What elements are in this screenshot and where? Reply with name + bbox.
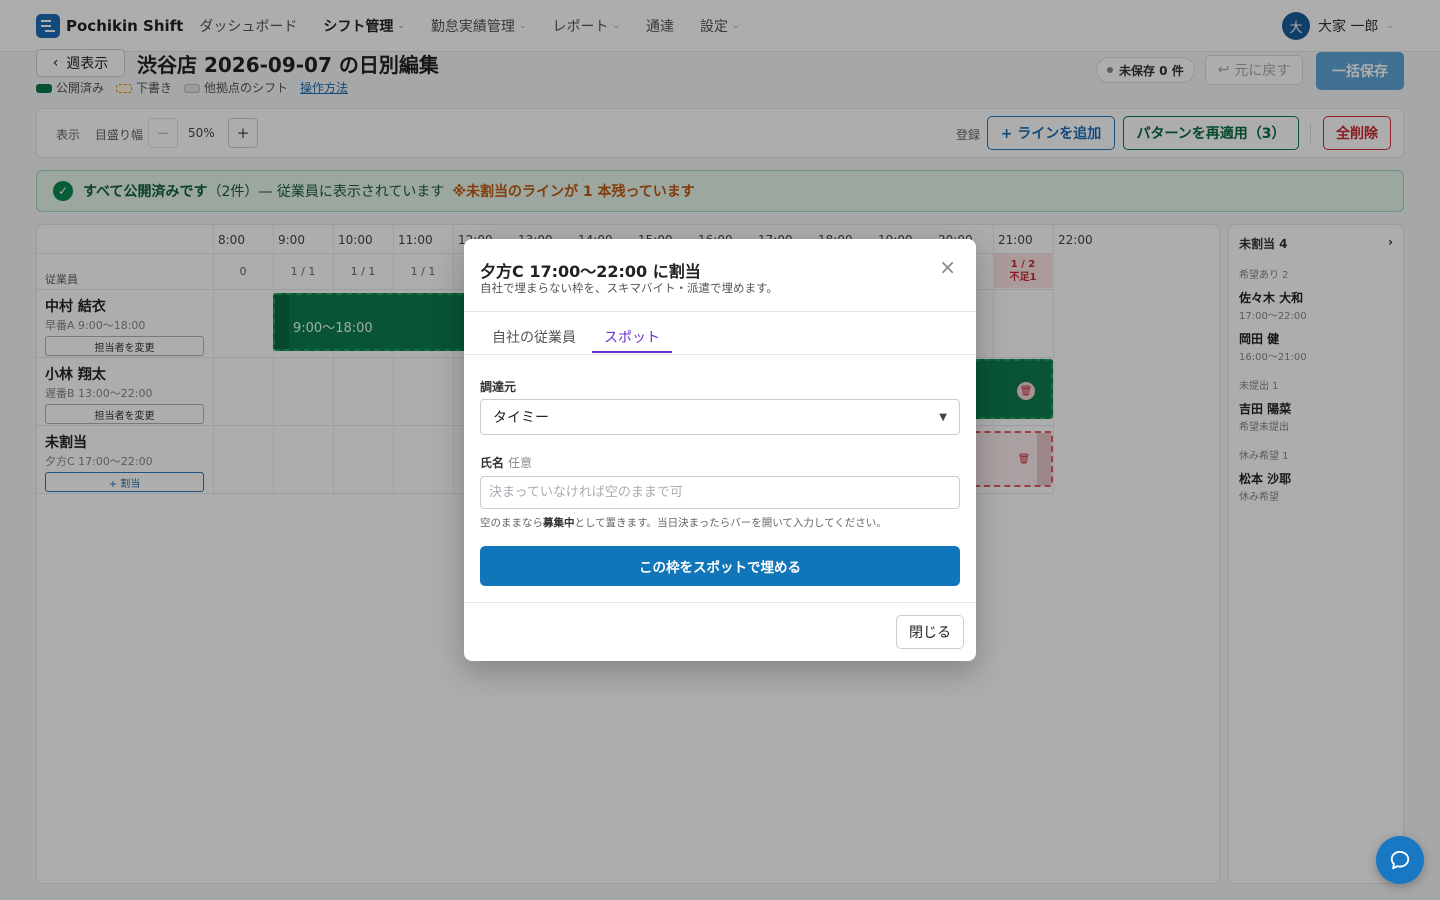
tab-own-staff[interactable]: 自社の従業員 bbox=[492, 327, 576, 353]
optional-badge: 任意 bbox=[508, 456, 533, 470]
source-select[interactable]: タイミー ▼ bbox=[480, 399, 960, 435]
help-text: 空のままなら募集中として置きます。当日決まったらバーを開いて入力してください。 bbox=[480, 515, 887, 530]
name-input[interactable] bbox=[480, 476, 960, 509]
name-label-text: 氏名 bbox=[480, 456, 505, 470]
help-suffix: として置きます。当日決まったらバーを開いて入力してください。 bbox=[574, 517, 887, 529]
source-value: タイミー bbox=[493, 410, 549, 426]
source-label: 調達元 bbox=[480, 380, 517, 394]
fill-with-spot-button[interactable]: この枠をスポットで埋める bbox=[480, 546, 960, 586]
close-button[interactable]: 閉じる bbox=[896, 615, 964, 649]
close-icon[interactable]: × bbox=[939, 257, 956, 277]
divider bbox=[464, 311, 976, 312]
divider bbox=[464, 354, 976, 355]
assign-modal: 夕方C 17:00〜22:00 に割当 自社で埋まらない枠を、スキマバイト・派遣… bbox=[464, 239, 976, 661]
modal-title: 夕方C 17:00〜22:00 に割当 bbox=[480, 262, 701, 281]
chevron-down-icon: ▼ bbox=[939, 411, 947, 423]
tab-spot[interactable]: スポット bbox=[592, 327, 672, 353]
chat-bubble-icon bbox=[1390, 850, 1410, 870]
divider bbox=[464, 602, 976, 603]
help-bold: 募集中 bbox=[543, 517, 575, 529]
modal-subtitle: 自社で埋まらない枠を、スキマバイト・派遣で埋めます。 bbox=[480, 281, 778, 295]
chat-button[interactable] bbox=[1376, 836, 1424, 884]
help-prefix: 空のままなら bbox=[480, 517, 543, 529]
name-label: 氏名 任意 bbox=[480, 454, 532, 471]
